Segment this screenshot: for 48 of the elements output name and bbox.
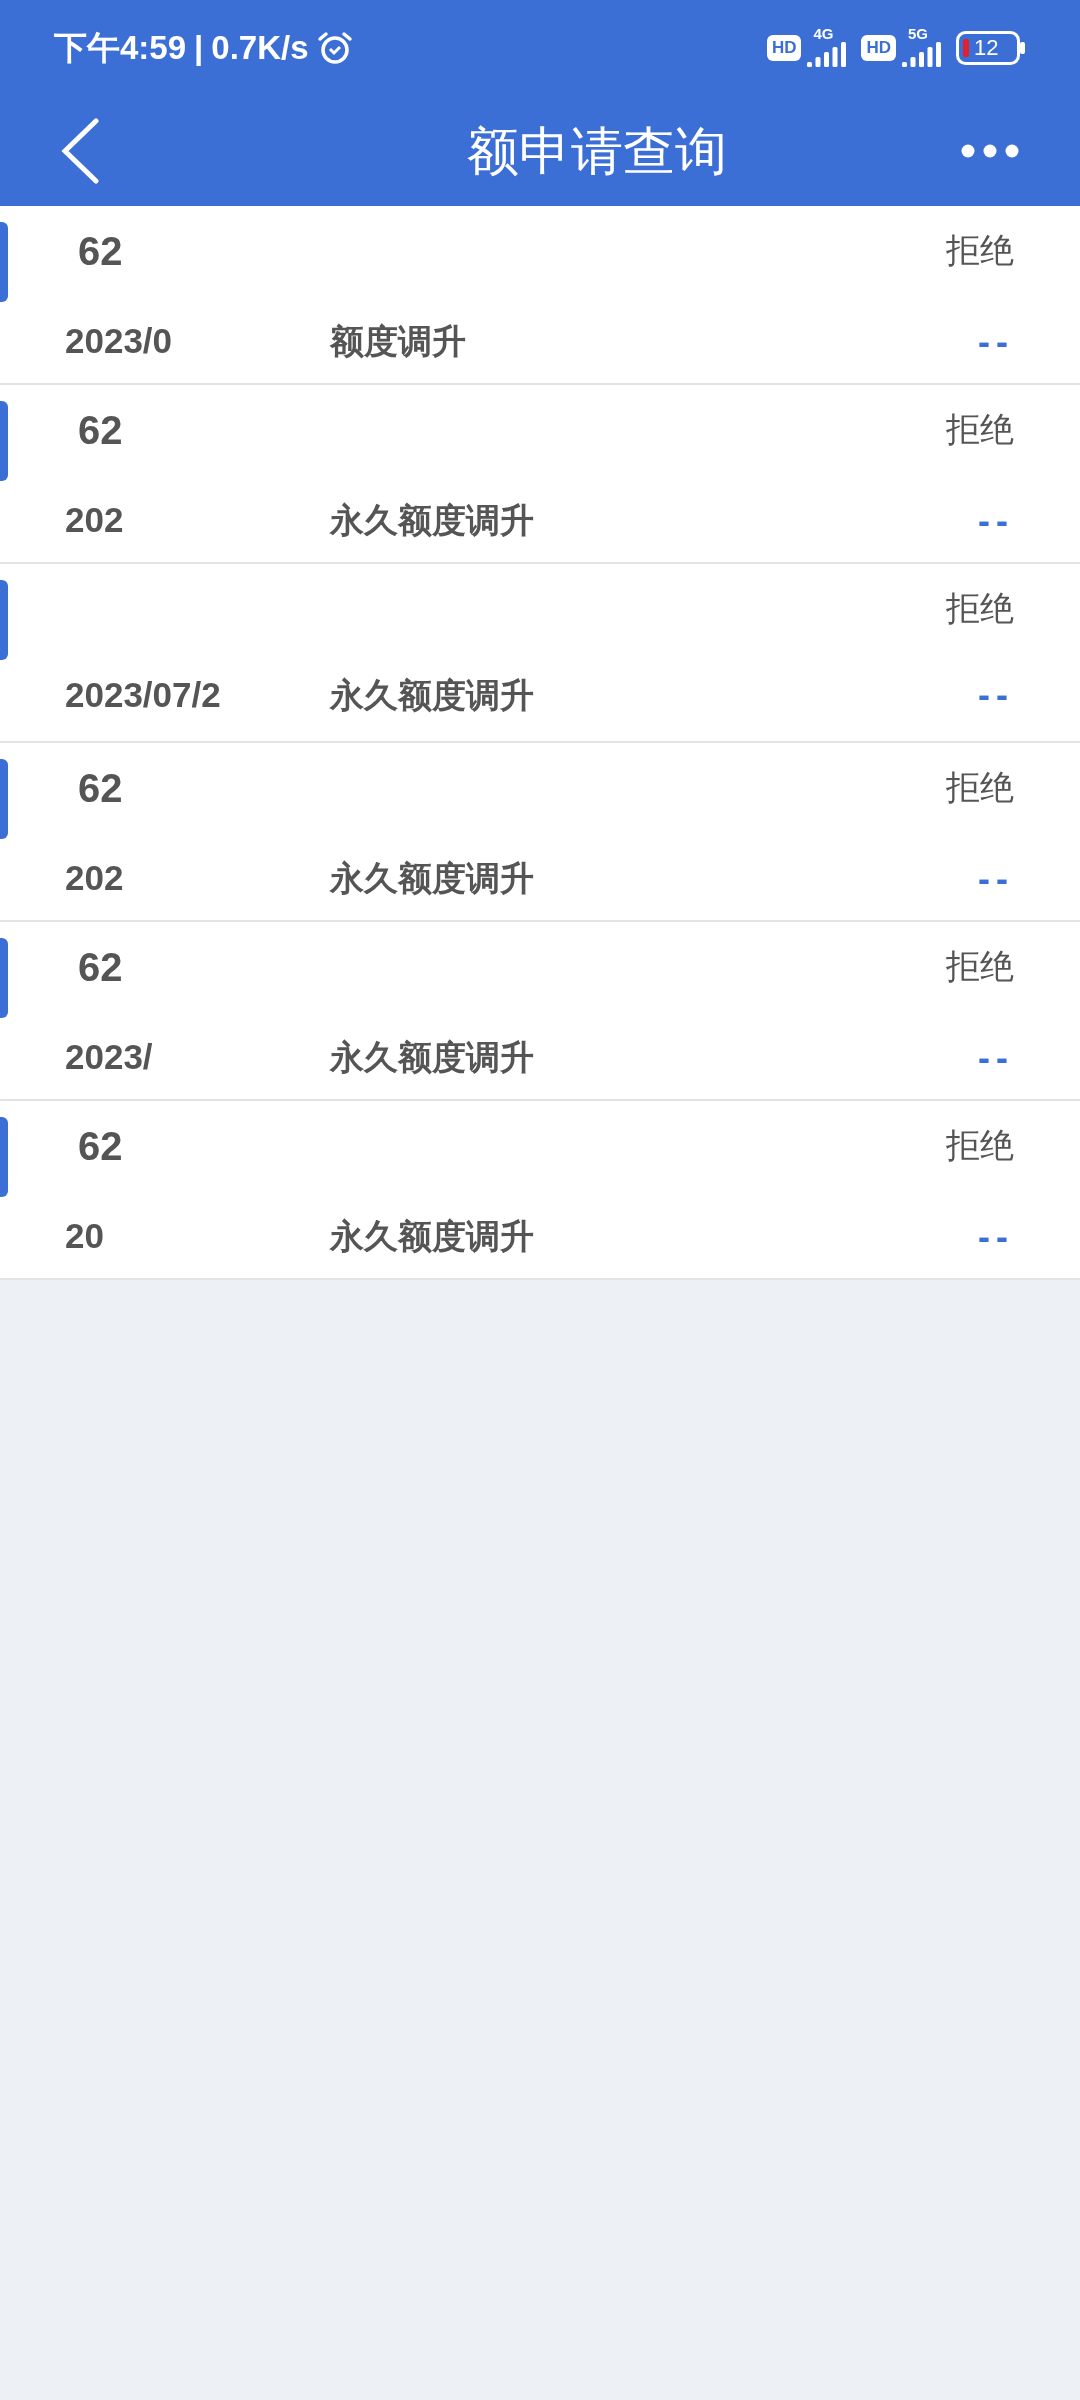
card-number: 62 [78, 943, 123, 991]
battery-icon [956, 31, 1026, 65]
card-number: 62 [78, 764, 123, 812]
application-type: 永久额度调升 [330, 500, 534, 541]
application-row[interactable]: 62 拒绝 2023/ 永久额度调升 -- [0, 922, 1080, 1101]
alarm-icon [316, 30, 353, 66]
application-type: 永久额度调升 [330, 674, 534, 716]
amount-value: -- [978, 498, 1014, 543]
application-date: 2023/07/2 [65, 673, 222, 716]
application-row[interactable]: 62 拒绝 2023/0 额度调升 -- [0, 206, 1080, 385]
amount-value: -- [978, 1214, 1014, 1259]
network-type: 5G [908, 25, 928, 41]
application-date: 2023/ [65, 1036, 154, 1079]
status-label: 拒绝 [946, 1125, 1014, 1166]
application-row[interactable]: 62 拒绝 202 永久额度调升 -- [0, 743, 1080, 922]
application-date: 202 [65, 857, 125, 900]
network-speed: 0.7K/s [211, 28, 309, 69]
amount-value: -- [978, 1035, 1014, 1080]
application-type: 永久额度调升 [330, 858, 534, 899]
application-row[interactable]: 62 拒绝 20 永久额度调升 -- [0, 1101, 1080, 1280]
application-date: 2023/0 [65, 320, 174, 363]
battery-level-text: 12 [974, 37, 999, 59]
application-date: 20 [65, 1215, 105, 1258]
more-icon [961, 144, 1019, 158]
status-label: 拒绝 [946, 409, 1014, 450]
application-row[interactable]: 62 拒绝 202 永久额度调升 -- [0, 385, 1080, 564]
application-date: 202 [65, 499, 125, 542]
application-type: 永久额度调升 [330, 1037, 534, 1078]
status-label: 拒绝 [946, 946, 1014, 987]
status-label: 拒绝 [946, 767, 1014, 808]
status-label: 拒绝 [946, 588, 1014, 629]
status-label: 拒绝 [946, 230, 1014, 271]
card-number: 62 [78, 406, 123, 454]
amount-value: -- [978, 673, 1014, 717]
card-number: 62 [78, 227, 123, 275]
network-type: 4G [813, 25, 834, 41]
hd-badge: HD [766, 35, 802, 61]
amount-value: -- [978, 319, 1014, 364]
application-type: 额度调升 [330, 321, 466, 362]
clock-time: 下午4:59 [54, 28, 187, 69]
back-icon [60, 118, 100, 184]
amount-value: -- [978, 856, 1014, 901]
application-row[interactable]: 拒绝 2023/07/2 永久额度调升 -- [0, 564, 1080, 743]
application-type: 永久额度调升 [330, 1216, 534, 1257]
page-title: 额申请查询 [466, 121, 727, 182]
hd-badge: HD [861, 35, 896, 61]
card-number: 62 [78, 1122, 123, 1170]
separator: | [194, 28, 204, 69]
